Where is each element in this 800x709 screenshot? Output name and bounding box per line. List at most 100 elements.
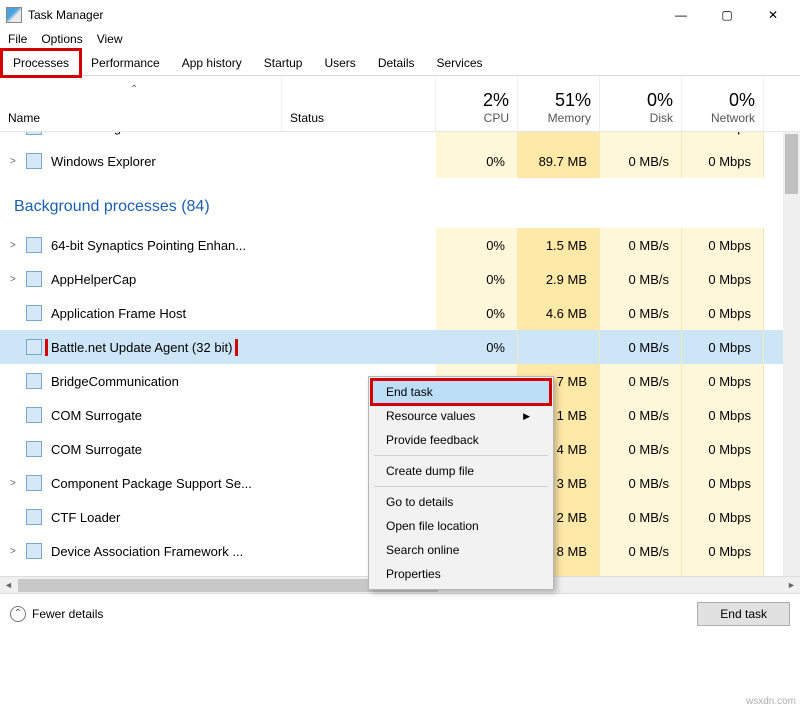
scroll-left-arrow[interactable]: ◄ — [0, 577, 17, 594]
expand-chevron-icon[interactable]: > — [10, 546, 20, 557]
process-icon — [26, 153, 42, 169]
menu-file[interactable]: File — [8, 32, 27, 46]
table-row[interactable]: >AppHelperCap0%2.9 MB0 MB/s0 Mbps — [0, 262, 800, 296]
group-header-background: Background processes (84) — [0, 178, 800, 228]
window-title: Task Manager — [28, 8, 103, 22]
process-icon — [26, 271, 42, 287]
chevron-up-icon: ⌃ — [10, 606, 26, 622]
expand-chevron-icon[interactable]: > — [10, 274, 20, 285]
cell-cpu: 0% — [436, 132, 518, 144]
cell-name: > Windows Explorer — [0, 153, 282, 170]
vertical-scroll-thumb[interactable] — [785, 134, 798, 194]
process-icon — [26, 407, 42, 423]
cell-memory: 26.1 MB — [518, 132, 600, 144]
end-task-button[interactable]: End task — [697, 602, 790, 626]
header-disk-label: Disk — [608, 111, 673, 125]
header-cpu[interactable]: 2% CPU — [436, 76, 518, 131]
cell-network: 0 Mbps — [682, 228, 764, 262]
header-name[interactable]: Name — [0, 76, 282, 131]
cell-name: > Component Package Support Se... — [0, 475, 282, 492]
tab-details[interactable]: Details — [367, 50, 426, 76]
process-icon — [26, 475, 42, 491]
cell-network: 0 Mbps — [682, 568, 764, 576]
process-icon — [26, 305, 42, 321]
cell-network: 0 Mbps — [682, 296, 764, 330]
process-icon — [26, 543, 42, 559]
cell-network: 0 Mbps — [682, 364, 764, 398]
header-disk[interactable]: 0% Disk — [600, 76, 682, 131]
maximize-button[interactable]: ▢ — [704, 0, 750, 30]
scroll-right-arrow[interactable]: ► — [783, 577, 800, 594]
header-status[interactable]: Status — [282, 76, 436, 131]
process-icon — [26, 339, 42, 355]
task-manager-icon — [6, 7, 22, 23]
tab-processes[interactable]: Processes — [2, 50, 80, 76]
ctx-go-to-details[interactable]: Go to details — [372, 490, 550, 514]
process-name: Component Package Support Se... — [48, 475, 255, 492]
fewer-details-button[interactable]: ⌃ Fewer details — [10, 606, 103, 622]
expand-chevron-icon[interactable]: > — [10, 156, 20, 167]
header-cpu-pct: 2% — [444, 90, 509, 111]
process-name: CTF Loader — [48, 509, 123, 526]
tab-services[interactable]: Services — [426, 50, 494, 76]
expand-chevron-icon[interactable]: > — [10, 240, 20, 251]
cell-disk: 0 MB/s — [600, 132, 682, 144]
ctx-resource-values[interactable]: Resource values ▶ — [372, 404, 550, 428]
menu-options[interactable]: Options — [41, 32, 82, 46]
cell-memory: 1.5 MB — [518, 228, 600, 262]
ctx-end-task[interactable]: End task — [372, 380, 550, 404]
tab-app-history[interactable]: App history — [171, 50, 253, 76]
ctx-search-online[interactable]: Search online — [372, 538, 550, 562]
minimize-button[interactable]: — — [658, 0, 704, 30]
header-memory[interactable]: 51% Memory — [518, 76, 600, 131]
cell-name: >AppHelperCap — [0, 271, 282, 288]
header-network[interactable]: 0% Network — [682, 76, 764, 131]
chevron-right-icon: ▶ — [523, 411, 530, 422]
ctx-properties[interactable]: Properties — [372, 562, 550, 586]
cell-cpu: 0% — [436, 228, 518, 262]
cell-network: 0 Mbps — [682, 330, 764, 364]
table-row[interactable]: >64-bit Synaptics Pointing Enhan...0%1.5… — [0, 228, 800, 262]
cell-name: COM Surrogate — [0, 407, 282, 424]
watermark: wsxdn.com — [746, 696, 796, 707]
close-button[interactable]: ✕ — [750, 0, 796, 30]
ctx-open-file-location[interactable]: Open file location — [372, 514, 550, 538]
tab-performance[interactable]: Performance — [80, 50, 171, 76]
menubar: File Options View — [0, 30, 800, 50]
process-name: Battle.net Update Agent (32 bit) — [48, 339, 235, 356]
cell-name: >Device Association Framework ... — [0, 543, 282, 560]
cell-network: 0 Mbps — [682, 466, 764, 500]
process-name: COM Surrogate — [48, 407, 145, 424]
cell-cpu: 0% — [436, 262, 518, 296]
fewer-details-label: Fewer details — [32, 607, 103, 621]
table-row[interactable]: Application Frame Host0%4.6 MB0 MB/s0 Mb… — [0, 296, 800, 330]
header-mem-pct: 51% — [526, 90, 591, 111]
menu-view[interactable]: View — [97, 32, 123, 46]
cell-memory: 2.9 MB — [518, 262, 600, 296]
expand-chevron-icon[interactable]: > — [10, 478, 20, 489]
cell-disk: 0 MB/s — [600, 534, 682, 568]
tab-users[interactable]: Users — [313, 50, 366, 76]
process-name: Windows Explorer — [48, 153, 159, 170]
table-row[interactable]: Battle.net Update Agent (32 bit) 0% 0 MB/s… — [0, 330, 800, 364]
process-name: Application Frame Host — [48, 305, 189, 322]
ctx-provide-feedback[interactable]: Provide feedback — [372, 428, 550, 452]
ctx-create-dump[interactable]: Create dump file — [372, 459, 550, 483]
table-row[interactable]: >Windows Explorer0%89.7 MB0 MB/s0 Mbps — [0, 144, 800, 178]
table-row[interactable]: Task Manager0%26.1 MB0 MB/s0 Mbps — [0, 132, 800, 144]
cell-name: BridgeCommunication — [0, 373, 282, 390]
header-net-label: Network — [690, 111, 755, 125]
cell-network: 0 Mbps — [682, 432, 764, 466]
header-mem-label: Memory — [526, 111, 591, 125]
cell-network: 0 Mbps — [682, 262, 764, 296]
cell-disk: 0 MB/s — [600, 466, 682, 500]
cell-cpu: 0% — [436, 330, 518, 364]
context-separator — [374, 455, 548, 456]
header-net-pct: 0% — [690, 90, 755, 111]
cell-memory: 4.6 MB — [518, 296, 600, 330]
footer: ⌃ Fewer details End task — [0, 593, 800, 633]
cell-disk: 0 MB/s — [600, 330, 682, 364]
tab-startup[interactable]: Startup — [253, 50, 314, 76]
tabs: Processes Performance App history Startu… — [0, 50, 800, 76]
vertical-scrollbar[interactable] — [783, 132, 800, 576]
